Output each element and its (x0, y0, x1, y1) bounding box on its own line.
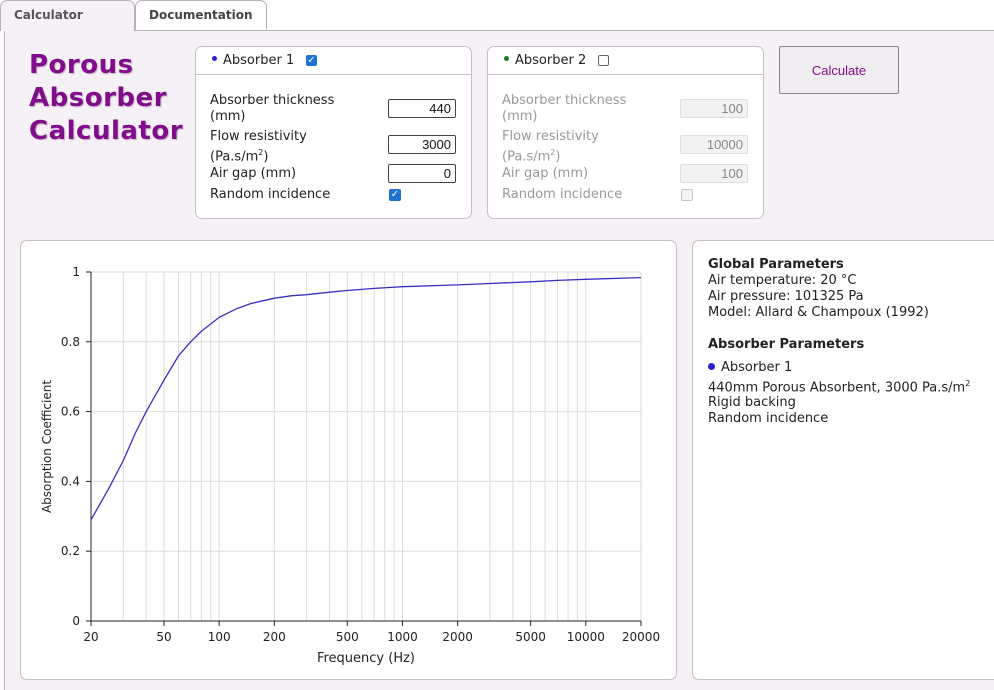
app-title: Porous Absorber Calculator (29, 49, 189, 148)
absorber-legend-item: Absorber 1 (708, 360, 792, 375)
thickness-label: Absorber thickness (mm) (210, 93, 335, 124)
chart-panel: 0 0.2 0.4 0.6 0.8 1 20 50 100 200 500 1000 2000 5000 1… (20, 240, 677, 680)
random-incidence-label: Random incidence (210, 187, 331, 202)
y-tick-label: 0.6 (61, 405, 80, 419)
app-title-line: Porous (29, 50, 134, 80)
absorber-2-airgap-input[interactable]: 100 (680, 164, 748, 183)
absorber-1-header: Absorber 1 ✓ (196, 47, 471, 75)
absorber-2-header: Absorber 2 (488, 47, 763, 75)
air-gap-label: Air gap (mm) (502, 166, 589, 181)
absorber-2-title: Absorber 2 (515, 53, 587, 68)
info-panel: Global Parameters Air temperature: 20 °C… (692, 240, 994, 680)
absorber-1-color-dot (212, 56, 217, 61)
global-parameters-heading: Global Parameters (708, 257, 844, 272)
absorber-2-random-incidence-checkbox[interactable] (681, 189, 693, 201)
absorber-parameters-heading: Absorber Parameters (708, 337, 865, 352)
x-tick-label: 50 (156, 630, 171, 644)
absorber-1-legend-dot (708, 363, 715, 370)
absorber-2-flow-input[interactable]: 10000 (680, 135, 748, 154)
y-tick-label: 0.8 (61, 335, 80, 349)
calculate-button[interactable]: Calculate (779, 46, 899, 94)
absorber-1-airgap-input[interactable]: 0 (388, 164, 456, 183)
random-incidence-label: Random incidence (502, 187, 623, 202)
absorber-2-thickness-input[interactable]: 100 (680, 99, 748, 118)
air-temperature-text: Air temperature: 20 °C (708, 273, 857, 288)
thickness-label: Absorber thickness (mm) (502, 93, 627, 124)
absorber-1-flow-input[interactable]: 3000 (388, 135, 456, 154)
y-tick-label: 0 (72, 614, 80, 628)
incidence-text: Random incidence (708, 411, 829, 426)
absorber-1-panel: Absorber 1 ✓ Absorber thickness (mm) 440 … (195, 46, 472, 219)
x-tick-label: 100 (208, 630, 231, 644)
absorption-chart: 0 0.2 0.4 0.6 0.8 1 20 50 100 200 500 1000 2000 5000 1… (40, 265, 660, 666)
absorber-2-panel: Absorber 2 Absorber thickness (mm) 100 Fl… (487, 46, 764, 219)
tab-documentation[interactable]: Documentation (135, 0, 267, 30)
x-tick-label: 20000 (622, 630, 660, 644)
x-tick-label: 500 (336, 630, 359, 644)
y-tick-label: 0.4 (61, 474, 80, 488)
absorber-1-title: Absorber 1 (223, 53, 295, 68)
x-tick-label: 10000 (567, 630, 605, 644)
x-tick-label: 1000 (387, 630, 418, 644)
absorber-1-enable-checkbox[interactable]: ✓ (306, 55, 317, 66)
y-tick-label: 0.2 (61, 544, 80, 558)
y-axis-label: Absorption Coefficient (40, 380, 54, 513)
app-title-line: Calculator (29, 116, 184, 146)
absorber-2-color-dot (504, 56, 509, 61)
absorption-curve (90, 276, 642, 521)
air-gap-label: Air gap (mm) (210, 166, 297, 181)
x-axis-label: Frequency (Hz) (317, 651, 415, 666)
x-tick-label: 20 (83, 630, 98, 644)
x-tick-label: 5000 (515, 630, 546, 644)
app-title-line: Absorber (29, 83, 167, 113)
absorber-2-enable-checkbox[interactable] (598, 55, 609, 66)
backing-text: Rigid backing (708, 395, 796, 410)
flow-resistivity-label: Flow resistivity (Pa.s/m2) (502, 129, 599, 165)
y-tick-label: 1 (72, 265, 80, 279)
tab-bar: Calculator Documentation (0, 0, 994, 31)
flow-resistivity-label: Flow resistivity (Pa.s/m2) (210, 129, 307, 165)
absorber-1-thickness-input[interactable]: 440 (388, 99, 456, 118)
model-text: Model: Allard & Champoux (1992) (708, 305, 929, 320)
air-pressure-text: Air pressure: 101325 Pa (708, 289, 864, 304)
absorber-description: 440mm Porous Absorbent, 3000 Pa.s/m2 (708, 379, 971, 396)
tab-calculator[interactable]: Calculator (0, 0, 135, 31)
x-tick-label: 200 (263, 630, 286, 644)
x-tick-label: 2000 (442, 630, 473, 644)
absorber-1-random-incidence-checkbox[interactable]: ✓ (389, 189, 401, 201)
